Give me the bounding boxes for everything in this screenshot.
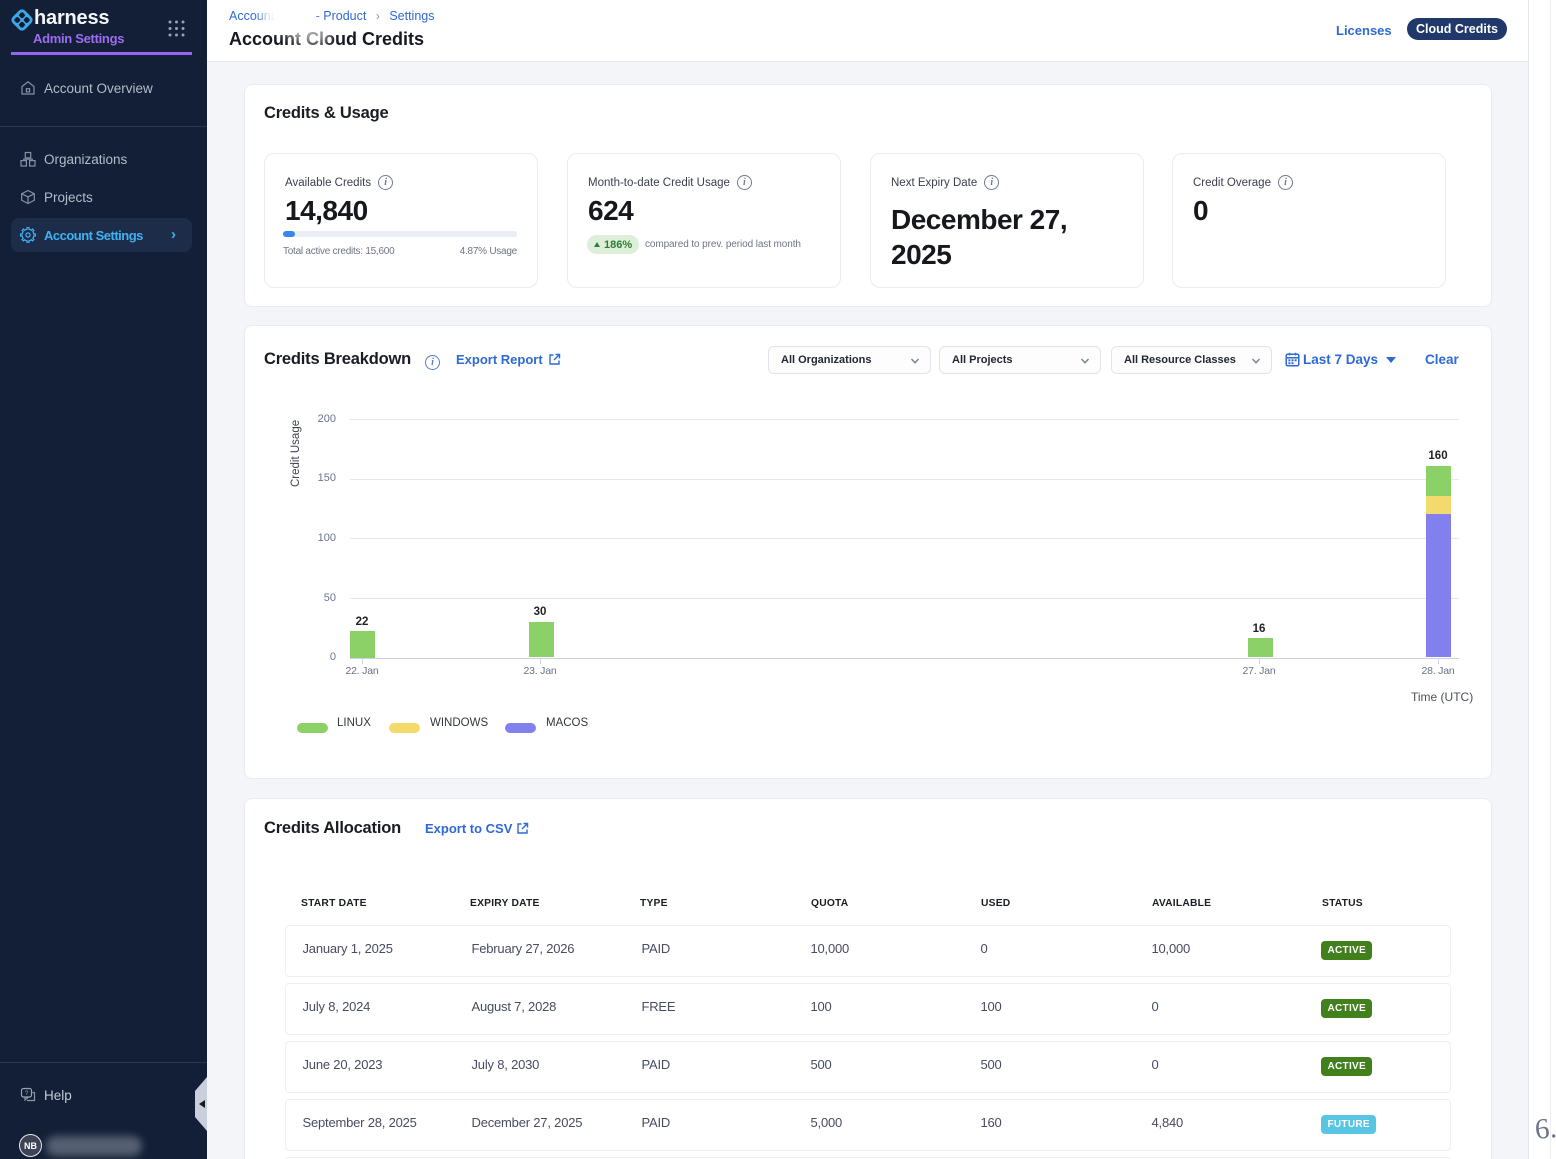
svg-text:?: ? bbox=[25, 1090, 29, 1097]
